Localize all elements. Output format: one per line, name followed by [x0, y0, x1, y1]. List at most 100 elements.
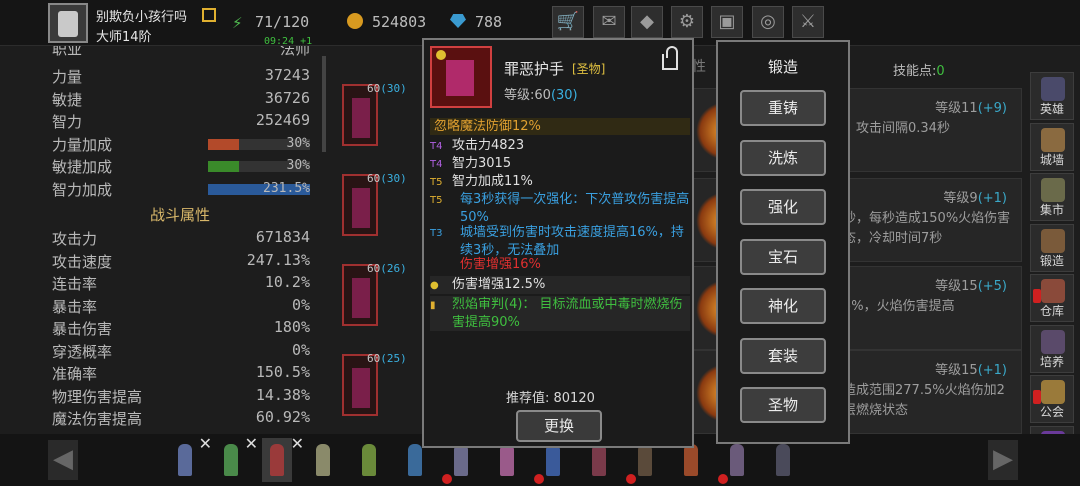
energy-value: 71/120: [255, 13, 310, 31]
skill-description: 造成范围277.5%火焰伤加2层燃烧状态: [843, 383, 1005, 418]
hero-sprite: [316, 444, 330, 476]
stat-value: 231.5%: [263, 181, 310, 196]
gamepad-icon[interactable]: ◆: [631, 6, 663, 38]
edit-icon[interactable]: [202, 8, 216, 22]
stat-row: 物理伤害提高 14.38%: [52, 386, 314, 408]
lock-body[interactable]: [662, 54, 678, 70]
hero-sprite: [454, 444, 468, 476]
hero-sprite: [270, 444, 284, 476]
slot-level: 60(30): [367, 172, 407, 185]
nav-label: 集市: [1039, 203, 1064, 217]
gold-value: 524803: [372, 13, 427, 31]
hero-slot[interactable]: ✕: [216, 434, 258, 482]
alert-icon: [534, 474, 544, 484]
hero-sprite: [500, 444, 514, 476]
stat-label: 敏捷: [52, 91, 83, 109]
nav-icon: [1041, 178, 1065, 202]
nav-label: 英雄: [1039, 102, 1064, 116]
nav-icon: [1041, 279, 1065, 303]
item-affix: 伤害增强16%: [460, 257, 541, 272]
skill-description: 秒，每秒造成150%火焰伤害态，冷却时间7秒: [843, 211, 1011, 246]
skill-points: 技能点:0: [893, 64, 945, 79]
item-name: 罪恶护手: [504, 60, 565, 78]
gem-button[interactable]: 宝石: [740, 239, 826, 275]
shop-icon[interactable]: 🛒: [552, 6, 584, 38]
item-affix: 忽略魔法防御12%: [430, 118, 690, 135]
alert-icon: [442, 474, 452, 484]
hero-slot[interactable]: [354, 438, 384, 482]
nav-0[interactable]: 英雄: [1030, 72, 1074, 120]
stat-label: 暴击率: [52, 297, 98, 316]
nav-4[interactable]: 仓库: [1030, 274, 1074, 322]
refine-button[interactable]: 洗炼: [740, 140, 826, 176]
relic-button[interactable]: 圣物: [740, 387, 826, 423]
nav-label: 培养: [1039, 354, 1064, 369]
hero-slot[interactable]: [768, 438, 798, 482]
hero-sprite: [776, 444, 790, 476]
hero-sprite: [178, 444, 192, 476]
hero-slot[interactable]: [308, 438, 338, 482]
gauntlet-icon: [430, 46, 492, 108]
stat-value: 180%: [273, 318, 310, 336]
close-icon[interactable]: ✕: [199, 434, 212, 453]
alert-icon: [626, 474, 636, 484]
nav-1[interactable]: 城墙: [1030, 122, 1074, 171]
stat-label: 智力: [52, 113, 83, 131]
bonus-row: 智力加成 231.5%: [52, 179, 314, 201]
forge-menu: 锻造 重铸 洗炼 强化 宝石 神化 套装 圣物: [716, 40, 850, 444]
stat-value: 30%: [286, 136, 310, 151]
recast-button[interactable]: 重铸: [740, 90, 826, 126]
nav-2[interactable]: 集市: [1030, 173, 1074, 221]
recommend-value: 推荐值: 80120: [506, 391, 595, 406]
item-tooltip: 罪恶护手 [圣物] 等级:60(30) 忽略魔法防御12% T4 攻击力4823 …: [422, 38, 694, 448]
deify-button[interactable]: 神化: [740, 288, 826, 324]
hero-slot[interactable]: [718, 438, 752, 484]
hero-slot[interactable]: ✕: [170, 434, 212, 482]
hero-sprite: [224, 444, 238, 476]
item-level: 等级:60(30): [504, 88, 578, 103]
stat-row: 攻击力 671834: [52, 228, 314, 250]
stat-value: 60.92%: [255, 408, 310, 426]
alert-icon: [1033, 390, 1041, 404]
tab-attributes[interactable]: 性: [692, 56, 706, 76]
hero-slot[interactable]: ✕: [262, 434, 304, 482]
prev-arrow-icon[interactable]: ◀: [48, 440, 78, 480]
player-name: 别欺负小孩行吗: [96, 10, 188, 25]
nav-icon: [1041, 228, 1065, 253]
item-affix: T5 智力加成11%: [430, 174, 533, 189]
sword-icon[interactable]: ⚔: [792, 6, 824, 38]
energy-icon: ⚡: [232, 14, 243, 32]
nav-3[interactable]: 锻造: [1030, 223, 1074, 272]
avatar[interactable]: [48, 3, 88, 43]
item-affix: T3 城墙受到伤害时攻击速度提高16%，持续3秒，无法叠加: [430, 225, 684, 258]
slot-level: 60(25): [367, 352, 407, 365]
gear-icon[interactable]: ⚙: [671, 6, 703, 38]
wheel-icon[interactable]: ◎: [752, 6, 784, 38]
bonus-bar: 30%: [208, 136, 310, 151]
close-icon[interactable]: ✕: [245, 434, 258, 453]
nav-label: 公会: [1039, 405, 1064, 419]
stat-value: 0%: [291, 340, 310, 359]
next-arrow-icon[interactable]: ▶: [988, 440, 1018, 480]
nav-5[interactable]: 培养: [1030, 324, 1074, 373]
swap-button[interactable]: 更换: [516, 410, 602, 442]
enhance-button[interactable]: 强化: [740, 189, 826, 225]
stat-label: 敏捷加成: [52, 158, 113, 176]
bonus-row: 敏捷加成 30%: [52, 156, 314, 178]
skill-description: 5%，火焰伤害提高: [843, 299, 955, 314]
set-button[interactable]: 套装: [740, 338, 826, 374]
hero-sprite: [684, 444, 698, 476]
nav-6[interactable]: 公会: [1030, 375, 1074, 423]
bonus-bar-fill: [208, 139, 239, 150]
stat-row: 智力 252469: [52, 111, 314, 133]
stat-row: 职业 法师: [52, 46, 314, 60]
gem-value: 788: [475, 13, 503, 31]
stat-label: 攻击速度: [52, 252, 113, 271]
close-icon[interactable]: ✕: [291, 434, 304, 453]
gift-icon[interactable]: ▣: [711, 6, 743, 38]
bonus-bar-fill: [208, 161, 239, 172]
nav-label: 城墙: [1039, 152, 1064, 167]
mail-icon[interactable]: ✉: [593, 6, 625, 38]
stats-scrollbar[interactable]: [322, 56, 326, 152]
stat-value: 37243: [264, 66, 310, 84]
